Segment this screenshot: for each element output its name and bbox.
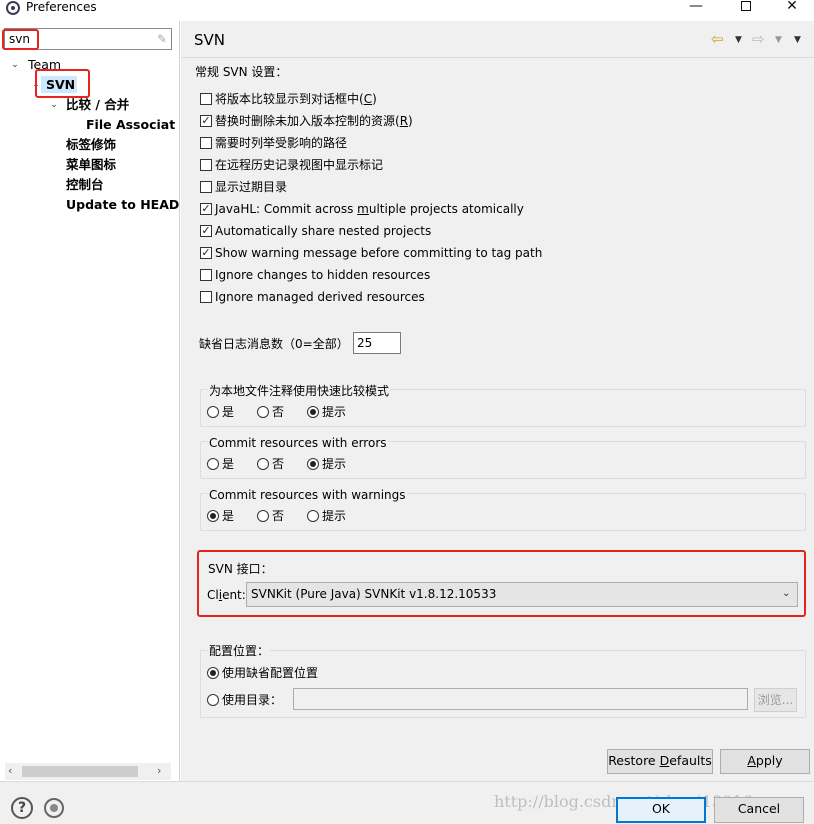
forward-arrow-icon[interactable]: ⇨ bbox=[752, 31, 765, 47]
radio-label[interactable]: 提示 bbox=[322, 508, 346, 524]
option-label[interactable]: Ignore changes to hidden resources bbox=[215, 267, 430, 283]
back-dropdown-icon[interactable]: ▼ bbox=[735, 32, 742, 48]
radio-label[interactable]: 是 bbox=[222, 404, 234, 420]
radio-button[interactable] bbox=[257, 406, 269, 418]
history-count-input[interactable]: 25 bbox=[353, 332, 401, 354]
browse-button: 浏览... bbox=[754, 688, 797, 712]
annotation-highlight-filter bbox=[2, 29, 39, 50]
view-menu-icon[interactable]: ▼ bbox=[794, 32, 801, 48]
option-label[interactable]: Ignore managed derived resources bbox=[215, 289, 425, 305]
tree-horizontal-scrollbar[interactable]: ‹ › bbox=[5, 763, 171, 780]
radio-group-title: 为本地文件注释使用快速比较模式 bbox=[208, 383, 391, 399]
option-checkbox[interactable] bbox=[200, 137, 212, 149]
option-label[interactable]: 将版本比较显示到对话框中(C) bbox=[215, 91, 377, 107]
option-checkbox[interactable] bbox=[200, 291, 212, 303]
option-label[interactable]: JavaHL: Commit across multiple projects … bbox=[215, 201, 524, 217]
option-checkbox[interactable] bbox=[200, 181, 212, 193]
close-button[interactable]: ✕ bbox=[772, 0, 812, 16]
general-settings-heading: 常规 SVN 设置： bbox=[195, 65, 288, 79]
tree-item-update-to-head[interactable]: Update to HEAD bbox=[66, 197, 179, 213]
radio-button[interactable] bbox=[207, 510, 219, 522]
option-label[interactable]: Automatically share nested projects bbox=[215, 223, 431, 239]
import-export-icon[interactable] bbox=[44, 798, 64, 818]
option-checkbox[interactable] bbox=[200, 93, 212, 105]
radio-group-title: Commit resources with warnings bbox=[208, 487, 407, 503]
option-checkbox[interactable] bbox=[200, 159, 212, 171]
scroll-left-icon[interactable]: ‹ bbox=[8, 765, 20, 777]
eclipse-app-icon bbox=[6, 1, 20, 15]
use-directory-label[interactable]: 使用目录： bbox=[222, 692, 282, 708]
cancel-button[interactable]: Cancel bbox=[714, 797, 804, 823]
back-arrow-icon[interactable]: ⇦ bbox=[711, 31, 724, 47]
use-default-config-label[interactable]: 使用缺省配置位置 bbox=[222, 665, 318, 681]
radio-button[interactable] bbox=[207, 458, 219, 470]
option-label[interactable]: 在远程历史记录视图中显示标记 bbox=[215, 157, 383, 173]
radio-button[interactable] bbox=[307, 458, 319, 470]
window-title: Preferences bbox=[26, 0, 97, 14]
radio-label[interactable]: 提示 bbox=[322, 456, 346, 472]
option-label[interactable]: 替换时删除未加入版本控制的资源(R) bbox=[215, 113, 413, 129]
scrollbar-thumb[interactable] bbox=[22, 766, 138, 777]
radio-button[interactable] bbox=[307, 406, 319, 418]
tree-item-menu-icons[interactable]: 菜单图标 bbox=[66, 157, 116, 173]
radio-group-title: Commit resources with errors bbox=[208, 435, 388, 451]
tree-item-label-decorations[interactable]: 标签修饰 bbox=[66, 137, 116, 153]
option-checkbox[interactable] bbox=[200, 269, 212, 281]
forward-dropdown-icon[interactable]: ▼ bbox=[775, 32, 782, 48]
option-checkbox[interactable]: ✓ bbox=[200, 247, 212, 259]
option-checkbox[interactable]: ✓ bbox=[200, 115, 212, 127]
ok-button[interactable]: OK bbox=[616, 797, 706, 823]
radio-label[interactable]: 是 bbox=[222, 508, 234, 524]
annotation-highlight-svn-interface bbox=[197, 550, 806, 617]
tree-item-file-associations[interactable]: File Associatio bbox=[86, 117, 176, 133]
radio-button[interactable] bbox=[257, 458, 269, 470]
radio-button[interactable] bbox=[257, 510, 269, 522]
radio-label[interactable]: 是 bbox=[222, 456, 234, 472]
collapse-twisty-icon[interactable]: ⌄ bbox=[48, 99, 60, 111]
minimize-button[interactable]: — bbox=[676, 0, 716, 16]
collapse-twisty-icon[interactable]: ⌄ bbox=[9, 59, 21, 71]
use-default-config-radio[interactable] bbox=[207, 667, 219, 679]
config-directory-input bbox=[293, 688, 748, 710]
radio-label[interactable]: 提示 bbox=[322, 404, 346, 420]
option-label[interactable]: 需要时列举受影响的路径 bbox=[215, 135, 347, 151]
restore-defaults-button[interactable]: Restore Defaults bbox=[607, 749, 713, 774]
option-label[interactable]: Show warning message before committing t… bbox=[215, 245, 542, 261]
radio-button[interactable] bbox=[307, 510, 319, 522]
option-label[interactable]: 显示过期目录 bbox=[215, 179, 287, 195]
apply-button[interactable]: Apply bbox=[720, 749, 810, 774]
radio-label[interactable]: 否 bbox=[272, 404, 284, 420]
tree-item-compare-merge[interactable]: 比较 / 合并 bbox=[66, 97, 129, 113]
preference-tree-pane bbox=[0, 21, 180, 781]
eraser-icon[interactable]: ✎ bbox=[155, 32, 169, 46]
scroll-right-icon[interactable]: › bbox=[157, 765, 169, 777]
history-count-label: 缺省日志消息数（0=全部） bbox=[199, 337, 349, 351]
option-checkbox[interactable]: ✓ bbox=[200, 225, 212, 237]
radio-label[interactable]: 否 bbox=[272, 508, 284, 524]
page-title: SVN bbox=[194, 31, 226, 49]
tree-item-console[interactable]: 控制台 bbox=[66, 177, 104, 193]
maximize-icon bbox=[741, 1, 751, 11]
help-icon[interactable]: ? bbox=[11, 797, 33, 819]
option-checkbox[interactable]: ✓ bbox=[200, 203, 212, 215]
maximize-button[interactable] bbox=[726, 0, 766, 16]
use-directory-radio[interactable] bbox=[207, 694, 219, 706]
annotation-highlight-svn bbox=[35, 69, 90, 98]
config-location-title: 配置位置： bbox=[208, 643, 271, 659]
radio-label[interactable]: 否 bbox=[272, 456, 284, 472]
radio-button[interactable] bbox=[207, 406, 219, 418]
